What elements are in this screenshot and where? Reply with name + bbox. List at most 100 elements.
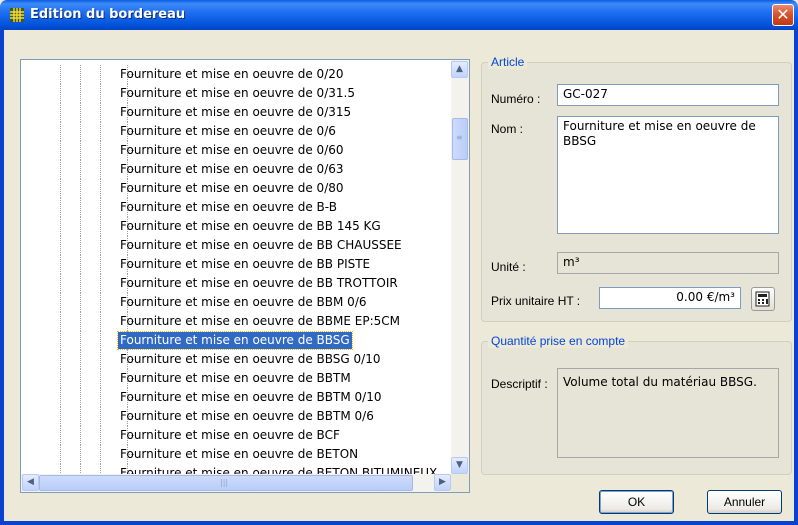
tree-guide-line bbox=[100, 426, 101, 445]
scroll-up-button[interactable]: ▲ bbox=[451, 61, 468, 78]
tree-guide-line bbox=[80, 255, 81, 274]
scroll-down-button[interactable]: ▼ bbox=[451, 457, 468, 474]
tree-item[interactable]: Fourniture et mise en oeuvre de BB TROTT… bbox=[21, 274, 451, 293]
tree-guide-line bbox=[60, 407, 61, 426]
tree-guide-line bbox=[60, 141, 61, 160]
tree-guide-line bbox=[60, 236, 61, 255]
unite-label: Unité : bbox=[491, 260, 526, 274]
horizontal-scrollbar[interactable]: ◀ ||| ▶ bbox=[21, 474, 451, 492]
prix-field[interactable]: 0.00 €/m³ bbox=[599, 287, 741, 309]
tree-guide-line bbox=[100, 331, 101, 350]
tree-item[interactable]: Fourniture et mise en oeuvre de 0/31.5 bbox=[21, 84, 451, 103]
tree-item[interactable]: Fourniture et mise en oeuvre de BBSG 0/1… bbox=[21, 350, 451, 369]
tree-item-label: Fourniture et mise en oeuvre de 0/315 bbox=[120, 105, 352, 119]
tree-guide-line bbox=[80, 179, 81, 198]
tree-guide-line bbox=[80, 369, 81, 388]
tree-guide-line bbox=[100, 141, 101, 160]
tree-guide-line bbox=[80, 426, 81, 445]
cancel-button[interactable]: Annuler bbox=[707, 490, 782, 514]
tree-item-label: Fourniture et mise en oeuvre de BCF bbox=[120, 428, 340, 442]
tree-guide-line bbox=[60, 255, 61, 274]
vertical-scrollbar[interactable]: ▲ ≡ ▼ bbox=[451, 60, 469, 475]
tree-item[interactable]: Fourniture et mise en oeuvre de 0/63 bbox=[21, 160, 451, 179]
tree-guide-line bbox=[80, 445, 81, 464]
tree-item-label: Fourniture et mise en oeuvre de 0/60 bbox=[120, 143, 344, 157]
grip-icon: ≡ bbox=[456, 133, 463, 142]
tree-guide-line bbox=[80, 293, 81, 312]
tree-item[interactable]: Fourniture et mise en oeuvre de BBM 0/6 bbox=[21, 293, 451, 312]
tree-item-label: Fourniture et mise en oeuvre de BB TROTT… bbox=[120, 276, 398, 290]
numero-field[interactable]: GC-027 bbox=[557, 84, 779, 106]
tree-item[interactable]: Fourniture et mise en oeuvre de 0/315 bbox=[21, 103, 451, 122]
tree-guide-line bbox=[100, 160, 101, 179]
tree-guide-line bbox=[60, 160, 61, 179]
tree-guide-line bbox=[60, 103, 61, 122]
tree-item[interactable]: Fourniture et mise en oeuvre de BBTM 0/6 bbox=[21, 407, 451, 426]
tree-item[interactable]: Fourniture et mise en oeuvre de BB 145 K… bbox=[21, 217, 451, 236]
article-legend: Article bbox=[488, 55, 528, 69]
tree-guide-line bbox=[100, 274, 101, 293]
tree-guide-line bbox=[100, 369, 101, 388]
scroll-right-button[interactable]: ▶ bbox=[434, 474, 451, 491]
tree-item-label: Fourniture et mise en oeuvre de BBTM 0/6 bbox=[120, 409, 374, 423]
tree-item-label: Fourniture et mise en oeuvre de BBM 0/6 bbox=[120, 295, 367, 309]
horizontal-scroll-thumb[interactable]: ||| bbox=[39, 475, 413, 491]
tree-item[interactable]: Fourniture et mise en oeuvre de 0/20 bbox=[21, 65, 451, 84]
tree-guide-line bbox=[60, 122, 61, 141]
tree-guide-line bbox=[60, 84, 61, 103]
tree-item[interactable]: Fourniture et mise en oeuvre de 0/6 bbox=[21, 122, 451, 141]
tree-item-label: Fourniture et mise en oeuvre de 0/80 bbox=[120, 181, 344, 195]
tree-guide-line bbox=[60, 312, 61, 331]
tree-guide-line bbox=[100, 255, 101, 274]
numero-label: Numéro : bbox=[491, 92, 541, 106]
tree-guide-line bbox=[100, 65, 101, 84]
scroll-corner bbox=[451, 474, 469, 492]
title-bar: Edition du bordereau ✕ bbox=[0, 0, 798, 30]
tree-guide-line bbox=[100, 312, 101, 331]
window-frame-left bbox=[0, 30, 4, 525]
tree-guide-line bbox=[100, 445, 101, 464]
tree-item-label: Fourniture et mise en oeuvre de BBME EP:… bbox=[120, 314, 400, 328]
tree-item[interactable]: Fourniture et mise en oeuvre de BBSG bbox=[21, 331, 451, 350]
calculator-button[interactable] bbox=[751, 287, 775, 311]
nom-field[interactable]: Fourniture et mise en oeuvre de BBSG bbox=[557, 116, 779, 234]
tree-item[interactable]: Fourniture et mise en oeuvre de 0/80 bbox=[21, 179, 451, 198]
tree-item[interactable]: Fourniture et mise en oeuvre de BB PISTE bbox=[21, 255, 451, 274]
tree-guide-line bbox=[100, 293, 101, 312]
tree-item[interactable]: Fourniture et mise en oeuvre de BBME EP:… bbox=[21, 312, 451, 331]
tree-guide-line bbox=[80, 122, 81, 141]
tree-guide-line bbox=[80, 350, 81, 369]
tree-item-label: Fourniture et mise en oeuvre de BB 145 K… bbox=[120, 219, 381, 233]
ok-button[interactable]: OK bbox=[599, 490, 674, 514]
tree-guide-line bbox=[100, 350, 101, 369]
tree-guide-line bbox=[60, 445, 61, 464]
tree-item[interactable]: Fourniture et mise en oeuvre de B-B bbox=[21, 198, 451, 217]
nom-label: Nom : bbox=[491, 122, 524, 136]
tree-guide-line bbox=[80, 160, 81, 179]
tree-guide-line bbox=[60, 65, 61, 84]
tree-item[interactable]: Fourniture et mise en oeuvre de BBTM 0/1… bbox=[21, 388, 451, 407]
tree-guide-line bbox=[80, 217, 81, 236]
tree-item[interactable]: Fourniture et mise en oeuvre de 0/60 bbox=[21, 141, 451, 160]
tree-item[interactable]: Fourniture et mise en oeuvre de BB CHAUS… bbox=[21, 236, 451, 255]
tree-item[interactable]: Fourniture et mise en oeuvre de BETON bbox=[21, 445, 451, 464]
tree-guide-line bbox=[100, 388, 101, 407]
tree-guide-line bbox=[60, 274, 61, 293]
tree-item[interactable]: Fourniture et mise en oeuvre de BCF bbox=[21, 426, 451, 445]
close-button[interactable]: ✕ bbox=[772, 4, 794, 26]
tree-guide-line bbox=[80, 198, 81, 217]
tree-item[interactable]: Fourniture et mise en oeuvre de BBTM bbox=[21, 369, 451, 388]
tree-guide-line bbox=[80, 388, 81, 407]
tree-guide-line bbox=[60, 293, 61, 312]
window-frame-bottom bbox=[0, 521, 798, 525]
tree-guide-line bbox=[100, 179, 101, 198]
tree-guide-line bbox=[80, 274, 81, 293]
quantite-legend: Quantité prise en compte bbox=[488, 334, 629, 348]
scroll-left-button[interactable]: ◀ bbox=[22, 474, 39, 491]
tree-item-label: Fourniture et mise en oeuvre de BETON bbox=[120, 447, 359, 461]
tree-guide-line bbox=[80, 65, 81, 84]
descriptif-label: Descriptif : bbox=[491, 377, 548, 391]
tree-guide-line bbox=[100, 236, 101, 255]
article-tree[interactable]: Fourniture et mise en oeuvre de 0/20 Four… bbox=[20, 59, 470, 493]
vertical-scroll-thumb[interactable]: ≡ bbox=[452, 118, 468, 160]
